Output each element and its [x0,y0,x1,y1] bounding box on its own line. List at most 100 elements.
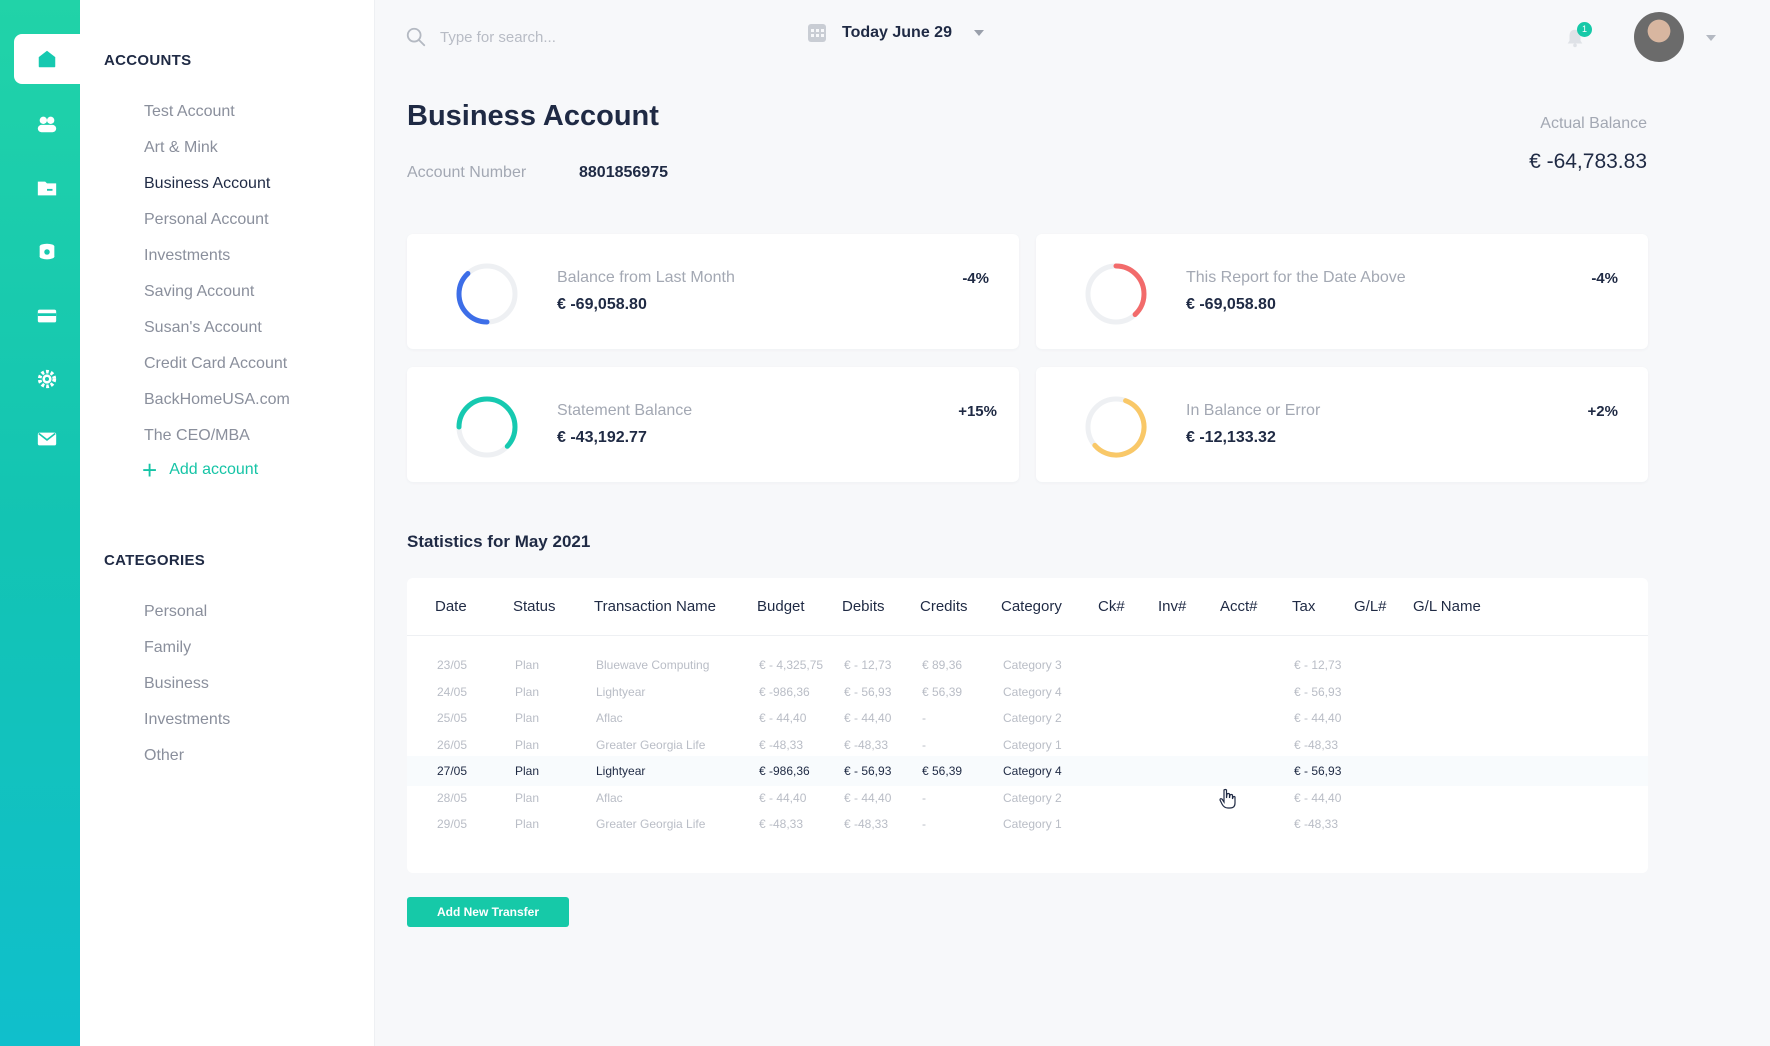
category-item[interactable]: Business [144,666,230,702]
nav-settings[interactable] [14,354,80,404]
account-item[interactable]: Credit Card Account [144,346,290,382]
add-account-button[interactable]: + Add account [142,457,259,483]
users-icon [37,116,57,133]
account-item[interactable]: Saving Account [144,274,290,310]
hand-cursor-icon [1219,788,1236,809]
progress-ring [456,263,518,325]
category-item[interactable]: Other [144,738,230,774]
card-percent: -4% [962,270,989,287]
main-nav-rail [0,0,80,1046]
page-title: Business Account [407,100,659,132]
column-header[interactable]: Date [435,598,467,615]
table-cell: Plan [515,737,540,752]
table-cell: € -48,33 [844,737,889,752]
chevron-down-icon [973,30,984,36]
mail-icon [37,432,57,446]
avatar[interactable] [1634,12,1684,62]
column-header[interactable]: G/L# [1354,598,1387,615]
card-label: In Balance or Error [1186,402,1321,419]
table-cell: Bluewave Computing [596,658,710,672]
table-row[interactable]: 26/05 Plan Greater Georgia Life € -48,33 € -… [407,730,1648,760]
table-row[interactable]: 27/05 Plan Lightyear € -986,36 € - 56,93 € 56… [407,756,1648,786]
category-item[interactable]: Personal [144,594,230,630]
table-row[interactable]: 28/05 Plan Aflac € - 44,40 € - 44,40 - Categor… [407,783,1648,813]
column-header[interactable]: Transaction Name [594,598,716,615]
card-percent: -4% [1591,270,1618,287]
nav-folder[interactable] [14,163,80,213]
stat-card: This Report for the Date Above € -69,058… [1036,234,1648,349]
table-cell: Category 3 [1003,658,1062,672]
account-item[interactable]: Susan's Account [144,310,290,346]
table-cell: Greater Georgia Life [596,817,706,831]
column-header[interactable]: Debits [842,598,885,615]
table-row[interactable]: 24/05 Plan Lightyear € -986,36 € - 56,93 € 56… [407,677,1648,707]
table-cell: € - 12,73 [1294,658,1342,672]
column-header[interactable]: Category [1001,598,1062,615]
add-account-label: Add account [169,461,259,478]
table-cell: € -48,33 [759,817,804,831]
table-row[interactable]: 23/05 Plan Bluewave Computing € - 4,325,75 €… [407,650,1648,680]
table-cell: Plan [515,684,540,699]
card-label: This Report for the Date Above [1186,269,1406,286]
search-input[interactable] [440,22,740,52]
table-cell: Plan [515,764,540,778]
stat-card: Balance from Last Month € -69,058.80 -4% [407,234,1019,349]
account-item[interactable]: Investments [144,238,290,274]
account-item[interactable]: The CEO/MBA [144,418,290,454]
table-cell: - [922,711,926,725]
table-cell: Category 2 [1003,711,1062,725]
account-item[interactable]: Test Account [144,94,290,130]
table-cell: Category 4 [1003,764,1062,778]
table-row[interactable]: 25/05 Plan Aflac € - 44,40 € - 44,40 - Categor… [407,703,1648,733]
table-cell: - [922,790,926,805]
categories-heading: CATEGORIES [104,552,206,569]
column-header[interactable]: Acct# [1220,598,1258,615]
account-number: 8801856975 [579,164,668,181]
table-cell: € - 44,40 [844,711,892,725]
table-cell: Greater Georgia Life [596,737,706,752]
table-row[interactable]: 29/05 Plan Greater Georgia Life € -48,33 € -… [407,809,1648,839]
table-cell: Category 2 [1003,790,1062,805]
actual-balance-label: Actual Balance [1540,115,1647,132]
column-header[interactable]: Ck# [1098,598,1125,615]
column-header[interactable]: Inv# [1158,598,1186,615]
folder-icon [37,181,57,196]
nav-home[interactable] [14,34,80,84]
table-cell: 23/05 [437,658,468,672]
add-new-transfer-button[interactable]: Add New Transfer [407,897,569,927]
column-header[interactable]: Status [513,598,556,615]
nav-coins[interactable] [14,227,80,277]
category-item[interactable]: Family [144,630,230,666]
chevron-down-icon[interactable] [1706,35,1716,41]
card-percent: +15% [958,403,997,420]
table-cell: 27/05 [437,764,468,778]
account-item-active[interactable]: Business Account [144,166,290,202]
table-cell: € - 44,40 [1294,711,1342,725]
nav-mail[interactable] [14,414,80,464]
stat-card: In Balance or Error € -12,133.32 +2% [1036,367,1648,482]
account-item[interactable]: Personal Account [144,202,290,238]
table-cell: € - 44,40 [844,790,892,805]
coins-icon [39,243,55,260]
categories-list: Personal Family Business Investments Oth… [144,594,230,774]
nav-card[interactable] [14,291,80,341]
column-header[interactable]: Tax [1292,598,1315,615]
category-item[interactable]: Investments [144,702,230,738]
table-cell: € - 4,325,75 [759,658,824,672]
progress-ring [1085,263,1147,325]
calendar-icon [808,24,826,42]
date-selector[interactable]: Today June 29 [808,24,984,42]
table-cell: 24/05 [437,684,468,699]
column-header[interactable]: Credits [920,598,968,615]
column-header[interactable]: G/L Name [1413,598,1481,615]
account-item[interactable]: BackHomeUSA.com [144,382,290,418]
column-header[interactable]: Budget [757,598,805,615]
table-cell: € 56,39 [922,764,963,778]
table-cell: - [922,737,926,752]
nav-users[interactable] [14,99,80,149]
date-label: Today June 29 [842,24,952,41]
ring-progress [1085,396,1147,458]
table-cell: Aflac [596,790,623,805]
account-item[interactable]: Art & Mink [144,130,290,166]
notification-badge: 1 [1577,22,1592,37]
